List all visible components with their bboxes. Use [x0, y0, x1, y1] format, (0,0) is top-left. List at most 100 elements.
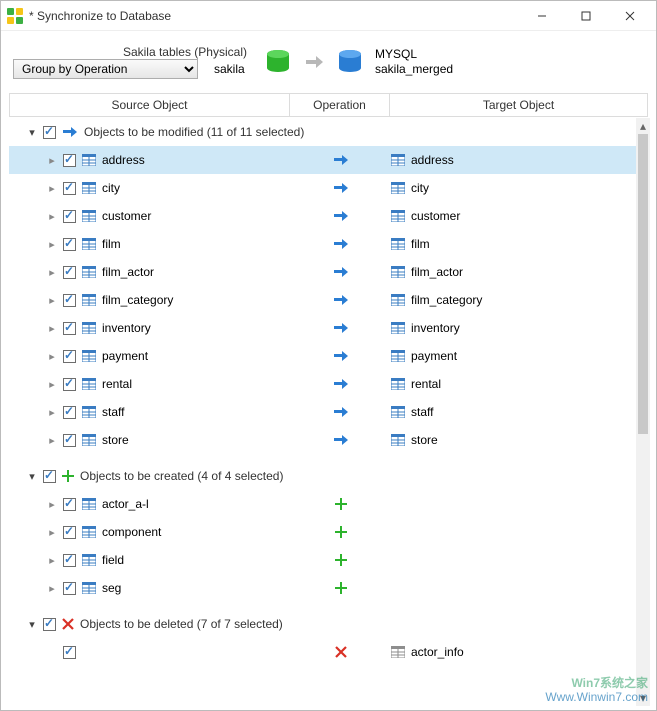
- scrollbar[interactable]: ▴ ▾: [636, 118, 650, 706]
- expand-icon[interactable]: [47, 554, 57, 567]
- expand-icon[interactable]: [47, 434, 57, 447]
- expand-icon[interactable]: [47, 498, 57, 511]
- source-object-name: payment: [102, 349, 148, 363]
- table-row[interactable]: actor_a-l: [9, 490, 638, 518]
- window-title: * Synchronize to Database: [29, 9, 520, 23]
- scroll-thumb[interactable]: [638, 134, 648, 434]
- table-icon: [82, 210, 96, 222]
- column-source[interactable]: Source Object: [10, 94, 290, 116]
- table-row[interactable]: rental rental: [9, 370, 638, 398]
- group-modify[interactable]: Objects to be modified (11 of 11 selecte…: [9, 118, 638, 146]
- table-row[interactable]: storestore: [9, 426, 638, 454]
- group-by-select[interactable]: Group by Operation: [13, 59, 198, 79]
- expand-icon[interactable]: [47, 582, 57, 595]
- source-object-name: rental: [102, 377, 132, 391]
- table-icon: [82, 294, 96, 306]
- checkbox[interactable]: [63, 238, 76, 251]
- expand-icon[interactable]: [47, 210, 57, 223]
- column-target[interactable]: Target Object: [390, 94, 647, 116]
- view-icon: [391, 646, 405, 658]
- group-delete[interactable]: Objects to be deleted (7 of 7 selected): [9, 610, 638, 638]
- checkbox[interactable]: [63, 434, 76, 447]
- modify-arrow-icon: [333, 434, 349, 446]
- expand-icon[interactable]: [27, 126, 37, 139]
- expand-icon[interactable]: [47, 266, 57, 279]
- table-row[interactable]: component: [9, 518, 638, 546]
- table-icon: [82, 266, 96, 278]
- table-row[interactable]: paymentpayment: [9, 342, 638, 370]
- table-row[interactable]: actor_info: [9, 638, 638, 666]
- group-create[interactable]: Objects to be created (4 of 4 selected): [9, 462, 638, 490]
- expand-icon[interactable]: [47, 378, 57, 391]
- target-object-name: staff: [411, 405, 433, 419]
- expand-icon[interactable]: [47, 182, 57, 195]
- table-row[interactable]: filmfilm: [9, 230, 638, 258]
- target-db-name: sakila_merged: [375, 62, 453, 77]
- column-operation[interactable]: Operation: [290, 94, 390, 116]
- checkbox[interactable]: [63, 266, 76, 279]
- table-row[interactable]: addressaddress: [9, 146, 638, 174]
- target-object-name: city: [411, 181, 429, 195]
- table-icon: [391, 266, 405, 278]
- expand-icon[interactable]: [47, 154, 57, 167]
- expand-icon[interactable]: [27, 618, 37, 631]
- column-headers: Source Object Operation Target Object: [9, 93, 648, 117]
- table-row[interactable]: field: [9, 546, 638, 574]
- table-row[interactable]: seg: [9, 574, 638, 602]
- target-object-name: customer: [411, 209, 460, 223]
- checkbox[interactable]: [43, 126, 56, 139]
- expand-icon[interactable]: [47, 350, 57, 363]
- target-object-name: rental: [411, 377, 441, 391]
- checkbox[interactable]: [63, 182, 76, 195]
- source-object-name: seg: [102, 581, 121, 595]
- table-row[interactable]: staffstaff: [9, 398, 638, 426]
- table-row[interactable]: citycity: [9, 174, 638, 202]
- checkbox[interactable]: [63, 406, 76, 419]
- checkbox[interactable]: [43, 618, 56, 631]
- checkbox[interactable]: [63, 554, 76, 567]
- checkbox[interactable]: [63, 154, 76, 167]
- table-row[interactable]: film_categoryfilm_category: [9, 286, 638, 314]
- source-db-name: sakila: [214, 62, 245, 76]
- checkbox[interactable]: [63, 498, 76, 511]
- app-icon: [7, 8, 23, 24]
- expand-icon[interactable]: [47, 294, 57, 307]
- expand-icon[interactable]: [47, 406, 57, 419]
- checkbox[interactable]: [63, 646, 76, 659]
- checkbox[interactable]: [43, 470, 56, 483]
- maximize-button[interactable]: [564, 1, 608, 30]
- expand-icon[interactable]: [47, 322, 57, 335]
- expand-icon[interactable]: [47, 238, 57, 251]
- target-object-name: film_actor: [411, 265, 463, 279]
- modify-arrow-icon: [333, 378, 349, 390]
- modify-arrow-icon: [333, 350, 349, 362]
- database-target-icon: [337, 48, 363, 76]
- checkbox[interactable]: [63, 350, 76, 363]
- table-row[interactable]: inventoryinventory: [9, 314, 638, 342]
- table-row[interactable]: film_actorfilm_actor: [9, 258, 638, 286]
- checkbox[interactable]: [63, 526, 76, 539]
- minimize-button[interactable]: [520, 1, 564, 30]
- table-icon: [391, 294, 405, 306]
- table-icon: [82, 582, 96, 594]
- modify-arrow-icon: [333, 266, 349, 278]
- table-icon: [391, 210, 405, 222]
- expand-icon[interactable]: [47, 526, 57, 539]
- modify-arrow-icon: [333, 154, 349, 166]
- expand-icon[interactable]: [27, 470, 37, 483]
- table-icon: [82, 238, 96, 250]
- scroll-up-icon[interactable]: ▴: [636, 118, 650, 134]
- checkbox[interactable]: [63, 294, 76, 307]
- checkbox[interactable]: [63, 322, 76, 335]
- checkbox[interactable]: [63, 210, 76, 223]
- table-icon: [82, 322, 96, 334]
- checkbox[interactable]: [63, 378, 76, 391]
- source-object-name: inventory: [102, 321, 151, 335]
- target-object-name: address: [411, 153, 454, 167]
- source-object-name: film_category: [102, 293, 173, 307]
- object-tree[interactable]: Objects to be modified (11 of 11 selecte…: [9, 118, 638, 706]
- table-row[interactable]: customercustomer: [9, 202, 638, 230]
- close-button[interactable]: [608, 1, 652, 30]
- source-object-name: actor_a-l: [102, 497, 149, 511]
- checkbox[interactable]: [63, 582, 76, 595]
